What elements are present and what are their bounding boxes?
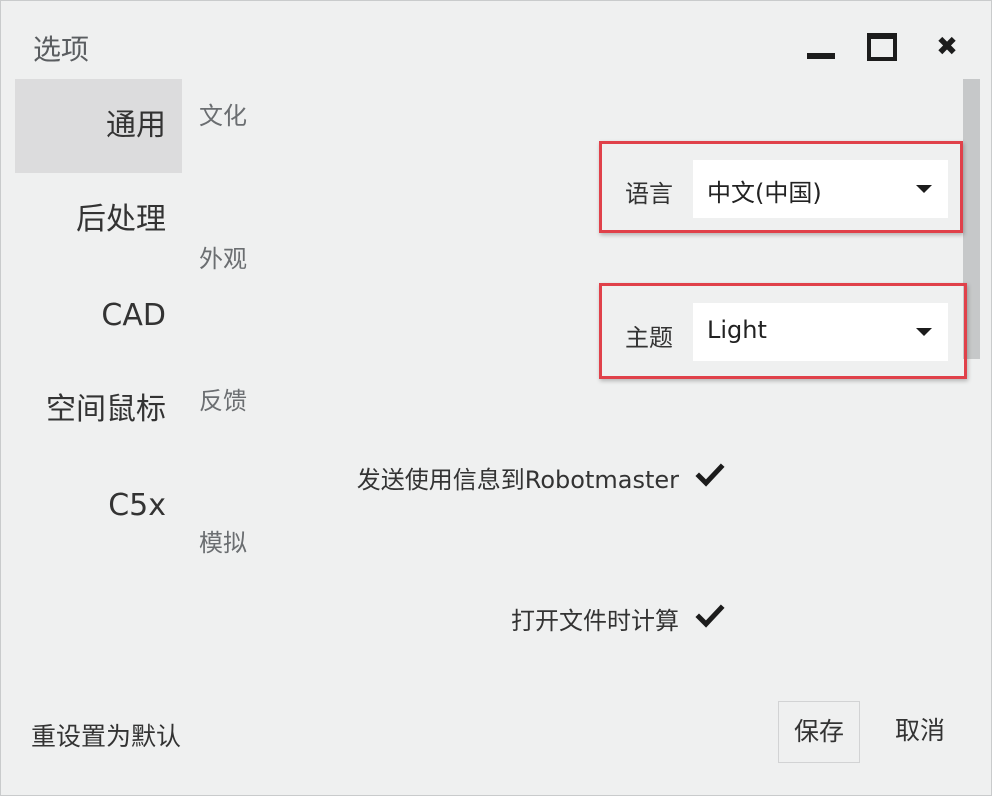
- cancel-button[interactable]: 取消: [880, 701, 960, 763]
- language-select[interactable]: 中文(中国): [693, 160, 948, 218]
- theme-select-value: Light: [707, 316, 767, 344]
- sidebar-item-space-mouse[interactable]: 空间鼠标: [15, 363, 182, 457]
- sidebar-item-label: 通用: [106, 108, 166, 143]
- section-culture: 文化: [199, 102, 247, 130]
- checkmark-icon: [695, 604, 725, 628]
- chevron-down-icon: [916, 328, 932, 336]
- section-appearance: 外观: [199, 245, 247, 273]
- send-usage-checkbox[interactable]: [695, 460, 725, 490]
- language-select-value: 中文(中国): [707, 179, 822, 207]
- send-usage-label: 发送使用信息到Robotmaster: [356, 466, 679, 494]
- maximize-icon: [867, 33, 897, 61]
- minimize-icon: [807, 53, 835, 59]
- compute-on-open-label: 打开文件时计算: [511, 607, 679, 635]
- window-title: 选项: [33, 33, 90, 66]
- sidebar-item-label: C5x: [108, 488, 166, 523]
- sidebar-item-label: CAD: [101, 298, 166, 333]
- section-simulation: 模拟: [199, 529, 247, 557]
- close-button[interactable]: ✖: [930, 31, 964, 63]
- reset-to-default-button[interactable]: 重设置为默认: [31, 717, 181, 753]
- close-icon: ✖: [936, 32, 958, 62]
- compute-on-open-checkbox[interactable]: [695, 601, 725, 631]
- minimize-button[interactable]: [804, 31, 838, 63]
- chevron-down-icon: [916, 185, 932, 193]
- sidebar-item-label: 后处理: [76, 202, 166, 237]
- sidebar-item-label: 空间鼠标: [46, 392, 166, 427]
- sidebar-item-general[interactable]: 通用: [15, 79, 182, 173]
- save-button[interactable]: 保存: [778, 701, 860, 763]
- sidebar-item-c5x[interactable]: C5x: [15, 459, 182, 553]
- maximize-button[interactable]: [865, 31, 899, 63]
- theme-label: 主题: [625, 324, 673, 352]
- theme-select[interactable]: Light: [693, 303, 948, 361]
- language-label: 语言: [625, 180, 673, 208]
- options-dialog: 选项 ✖ 通用 后处理 CAD 空间鼠标 C5x 文化 外观 反馈 模拟 语言 …: [0, 0, 992, 796]
- checkmark-icon: [695, 463, 725, 487]
- sidebar-item-cad[interactable]: CAD: [15, 269, 182, 363]
- sidebar-item-post-processing[interactable]: 后处理: [15, 173, 182, 267]
- section-feedback: 反馈: [199, 387, 247, 415]
